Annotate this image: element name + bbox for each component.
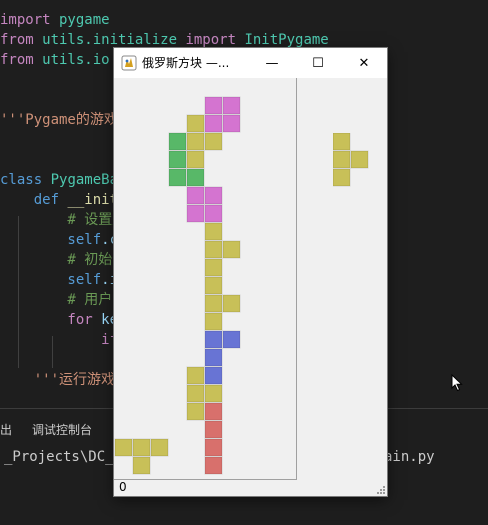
tetris-block-yellow [186,402,205,421]
window-title: 俄罗斯方块 —... [142,56,230,70]
tetris-block-green [168,168,187,187]
tetris-block-blue [204,366,223,385]
close-icon: ✕ [358,55,370,71]
tetris-block-yellow [204,258,223,277]
code-token: for [0,312,93,328]
maximize-icon: ☐ [312,55,324,71]
tetris-block-yellow [204,132,223,151]
pygame-app-icon [121,55,137,71]
tab-debug-console[interactable]: 调试控制台 [32,421,92,438]
tetris-block-pink [222,114,241,133]
tetris-block-pink [204,114,223,133]
tetris-block-yellow [132,456,151,475]
code-token: pygame [50,12,110,28]
code-token: import [185,32,237,48]
indent-guide [18,216,19,368]
tetris-block-yellow [333,133,351,151]
tetris-block-green [168,132,187,151]
resize-grip-icon[interactable] [375,484,385,494]
tetris-block-red [204,420,223,439]
close-button[interactable]: ✕ [341,48,387,78]
tetris-block-yellow [132,438,151,457]
code-line: '' [0,0,17,10]
code-token: def [0,192,60,208]
tetris-block-red [204,456,223,475]
tetris-block-blue [222,330,241,349]
tetris-block-yellow [204,312,223,331]
code-token: InitPygame [236,32,329,48]
code-token: import [0,12,51,28]
tetris-block-green [186,168,205,187]
tetris-block-yellow [186,132,205,151]
tetris-block-yellow [186,150,205,169]
tetris-block-yellow [204,276,223,295]
next-piece-preview [333,133,369,187]
tetris-board [114,78,297,480]
tetris-block-red [204,402,223,421]
code-line: from utils.initialize import InitPygame [0,30,329,50]
score-value: 0 [119,480,127,494]
terminal-filename: ain.py [384,449,435,465]
tetris-block-yellow [333,168,351,187]
tetris-block-yellow [150,438,169,457]
tetris-block-pink [222,96,241,115]
tetris-block-pink [204,186,223,205]
code-token: from [0,32,34,48]
tetris-block-red [204,438,223,457]
tetris-window[interactable]: 俄罗斯方块 —... — ☐ ✕ 0 [114,48,387,496]
maximize-button[interactable]: ☐ [295,48,341,78]
tetris-block-yellow [204,384,223,403]
tetris-block-pink [186,204,205,223]
tetris-block-yellow [222,240,241,259]
tetris-block-yellow [204,222,223,241]
tetris-block-blue [204,330,223,349]
minimize-button[interactable]: — [249,48,295,78]
code-token: utils.initialize [33,32,186,48]
tab-output[interactable]: 出 [0,421,12,438]
tetris-block-yellow [222,294,241,313]
tetris-block-yellow [186,366,205,385]
tetris-block-green [168,150,187,169]
tetris-block-pink [186,186,205,205]
code-token: '' [0,0,17,8]
indent-guide [52,336,53,368]
tetris-block-pink [204,204,223,223]
code-token: self [0,232,102,248]
minimize-icon: — [265,55,279,71]
tetris-block-yellow [186,114,205,133]
tetris-block-yellow [204,294,223,313]
title-bar[interactable]: 俄罗斯方块 —... — ☐ ✕ [114,48,387,78]
tetris-block-pink [204,96,223,115]
tetris-block-yellow [186,384,205,403]
code-line: import pygame [0,10,110,30]
mouse-pointer-icon [451,374,463,392]
tetris-block-yellow [204,240,223,259]
tetris-block-blue [204,348,223,367]
code-token: from [0,52,34,68]
code-token: utils.io [33,52,119,68]
tetris-block-yellow [333,150,351,169]
code-token: class [0,172,43,188]
code-token: self [0,272,102,288]
tetris-block-yellow [350,150,369,169]
tetris-block-yellow [114,438,133,457]
